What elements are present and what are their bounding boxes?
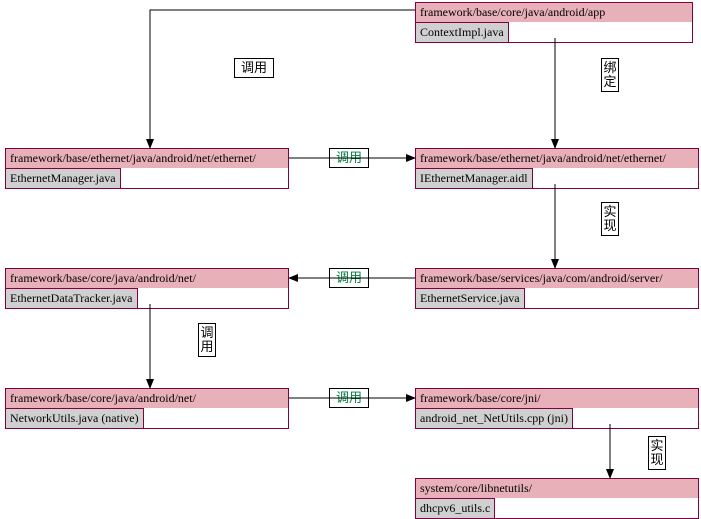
node-network-utils-file: NetworkUtils.java (native) (6, 408, 144, 428)
edge-label-app-to-iethernetmgr: 绑定 (601, 58, 619, 92)
node-jni-path: framework/base/core/jni/ (416, 389, 698, 408)
node-app-path: framework/base/core/java/android/app (416, 3, 692, 22)
node-ethernet-service: framework/base/services/java/com/android… (415, 268, 699, 309)
node-jni: framework/base/core/jni/ android_net_Net… (415, 388, 699, 429)
node-ethernet-service-path: framework/base/services/java/com/android… (416, 269, 698, 288)
node-network-utils: framework/base/core/java/android/net/ Ne… (5, 388, 289, 429)
node-libnetutils: system/core/libnetutils/ dhcpv6_utils.c (415, 478, 699, 519)
node-iethernet-manager-path: framework/base/ethernet/java/android/net… (416, 149, 698, 168)
node-app: framework/base/core/java/android/app Con… (415, 2, 693, 43)
edge-label-datatracker-to-networkutils: 调用 (198, 323, 216, 357)
node-jni-file: android_net_NetUtils.cpp (jni) (416, 408, 573, 428)
node-iethernet-manager-file: IEthernetManager.aidl (416, 168, 533, 188)
node-ethernet-manager-path: framework/base/ethernet/java/android/net… (6, 149, 288, 168)
node-ethernet-manager-file: EthernetManager.java (6, 168, 121, 188)
node-app-file: ContextImpl.java (416, 22, 509, 42)
node-network-utils-path: framework/base/core/java/android/net/ (6, 389, 288, 408)
node-data-tracker: framework/base/core/java/android/net/ Et… (5, 268, 289, 309)
edge-label-app-to-ethernetmgr: 调用 (234, 58, 274, 78)
node-iethernet-manager: framework/base/ethernet/java/android/net… (415, 148, 699, 189)
edge-label-networkutils-to-jni: 调用 (329, 388, 369, 408)
edge-label-iethernetmgr-to-service: 实现 (601, 202, 619, 236)
node-data-tracker-path: framework/base/core/java/android/net/ (6, 269, 288, 288)
arrows-layer (0, 0, 701, 518)
node-libnetutils-path: system/core/libnetutils/ (416, 479, 698, 498)
edge-label-jni-to-libnetutils: 实现 (648, 436, 666, 470)
node-data-tracker-file: EthernetDataTracker.java (6, 288, 138, 308)
node-ethernet-service-file: EthernetService.java (416, 288, 525, 308)
node-libnetutils-file: dhcpv6_utils.c (416, 498, 495, 518)
edge-label-service-to-datatracker: 调用 (329, 268, 369, 288)
edge-label-ethernetmgr-to-iethernetmgr: 调用 (329, 148, 369, 168)
node-ethernet-manager: framework/base/ethernet/java/android/net… (5, 148, 289, 189)
